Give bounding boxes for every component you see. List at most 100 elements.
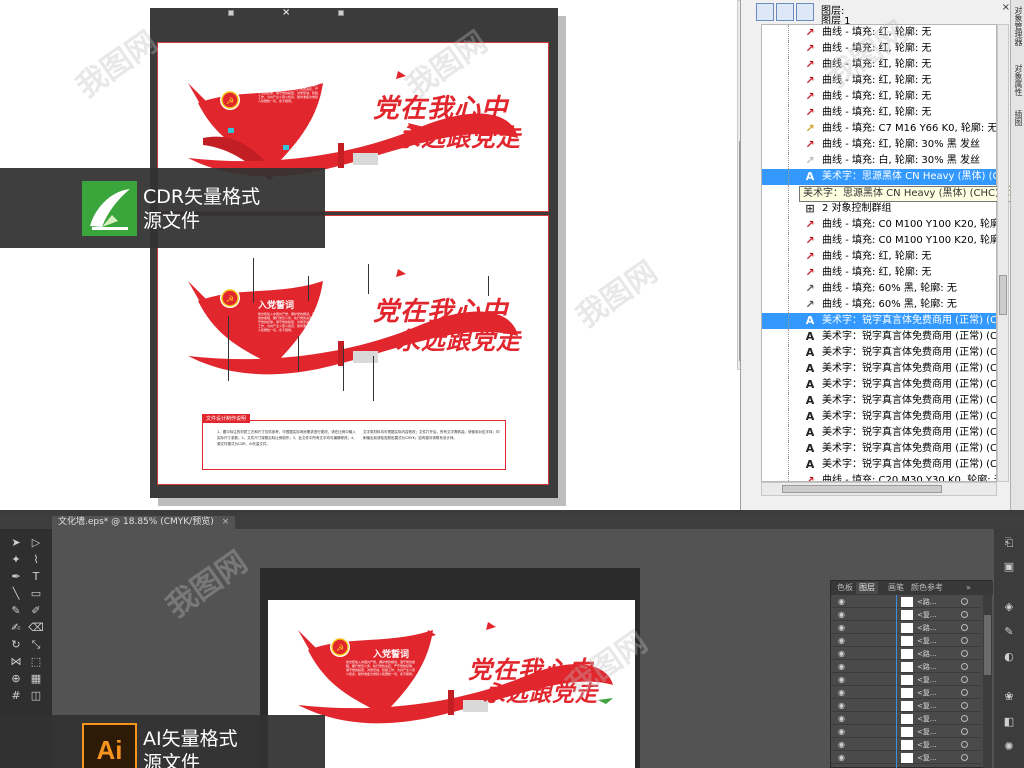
tab-swatches[interactable]: 色板 <box>837 582 853 594</box>
layer-row[interactable]: ◉ <路... <box>831 596 981 608</box>
layers-icon[interactable]: ◈ <box>1001 599 1017 615</box>
width-tool-icon[interactable]: ⋈ <box>8 654 24 670</box>
object-tree-row[interactable]: A 美术字：锐字真言体免费商用 (正常) (CHC) <box>762 409 996 425</box>
layer-row[interactable]: ◉ <路... <box>831 661 981 673</box>
tree-horizontal-scrollbar[interactable] <box>761 482 997 496</box>
document-tab[interactable]: 文化墙.eps* @ 18.85% (CMYK/预览) × <box>52 516 236 529</box>
visibility-eye-icon[interactable]: ◉ <box>838 702 845 710</box>
object-tree-row[interactable]: ↗ 曲线 - 填充: C0 M100 Y100 K20, 轮廓: 无 <box>762 217 996 233</box>
gradient-icon[interactable]: ◐ <box>1001 649 1017 665</box>
layer-row[interactable]: ◉ <复... <box>831 609 981 621</box>
object-tree-row[interactable]: A 美术字：锐字真言体免费商用 (正常) (CHC) <box>762 457 996 473</box>
object-tree-row[interactable]: ↗ 曲线 - 填充: 红, 轮廓: 无 <box>762 41 996 57</box>
blob-brush-icon[interactable]: ✍ <box>8 620 24 636</box>
visibility-eye-icon[interactable]: ◉ <box>838 676 845 684</box>
tab-close-icon[interactable]: × <box>222 517 230 527</box>
object-tree-row[interactable]: A 美术字：锐字真言体免费商用 (正常) (CHC) <box>762 329 996 345</box>
eraser-icon[interactable]: ⌫ <box>28 620 44 636</box>
layer-row[interactable]: ◉ <复... <box>831 687 981 699</box>
gradient-tool-icon[interactable]: ◫ <box>28 688 44 704</box>
visibility-eye-icon[interactable]: ◉ <box>838 715 845 723</box>
side-tab-object-manager[interactable]: 对象管理器 <box>1013 6 1024 46</box>
visibility-eye-icon[interactable]: ◉ <box>838 663 845 671</box>
show-properties-icon[interactable] <box>756 3 774 21</box>
object-tree-row[interactable]: A 美术字：锐字真言体免费商用 (正常) (CHC) <box>762 361 996 377</box>
scale-icon[interactable]: ⤡ <box>28 637 44 653</box>
close-icon[interactable]: × <box>1002 2 1010 13</box>
transform-icon[interactable]: ▣ <box>1001 559 1017 575</box>
scrollbar-thumb[interactable] <box>782 485 942 493</box>
object-tree-row[interactable]: ↗ 曲线 - 填充: 60% 黑, 轮廓: 无 <box>762 297 996 313</box>
layer-target-icon[interactable] <box>961 624 968 631</box>
object-tree-row[interactable]: ↗ 曲线 - 填充: C0 M100 Y100 K20, 轮廓: 无 <box>762 233 996 249</box>
object-tree-row[interactable]: A 美术字：锐字真言体免费商用 (正常) (CHC) <box>762 393 996 409</box>
free-transform-icon[interactable]: ⬚ <box>28 654 44 670</box>
perspective-icon[interactable]: ▦ <box>28 671 44 687</box>
object-tree-row[interactable]: ↗ 曲线 - 填充: 红, 轮廓: 无 <box>762 89 996 105</box>
object-tree-row[interactable]: A 美术字：锐字真言体免费商用 (正常) (CHC) <box>762 345 996 361</box>
layer-manager-view-icon[interactable] <box>796 3 814 21</box>
lasso-icon[interactable]: ⌇ <box>28 552 44 568</box>
object-tree-row[interactable]: ↗ 曲线 - 填充: 红, 轮廓: 无 <box>762 105 996 121</box>
layer-row[interactable]: ◉ <复... <box>831 635 981 647</box>
layer-target-icon[interactable] <box>961 754 968 761</box>
visibility-eye-icon[interactable]: ◉ <box>838 754 845 762</box>
rectangle-tool-icon[interactable]: ▭ <box>28 586 44 602</box>
direct-selection-tool-icon[interactable]: ▷ <box>28 535 44 551</box>
selection-tool-icon[interactable]: ➤ <box>8 535 24 551</box>
side-tab-illustration[interactable]: 插图 <box>1013 110 1024 126</box>
object-tree-row[interactable]: ↗ 曲线 - 填充: 红, 轮廓: 30% 黑 发丝 <box>762 137 996 153</box>
symbols-icon[interactable]: ✺ <box>1001 739 1017 755</box>
object-tree[interactable]: ↗ 曲线 - 填充: 红, 轮廓: 无 ↗ 曲线 - 填充: 红, 轮廓: 无 ↗ 曲线 … <box>761 24 997 482</box>
layer-row[interactable]: ◉ <复... <box>831 752 981 764</box>
layer-row[interactable]: ◉ <复... <box>831 739 981 751</box>
layer-target-icon[interactable] <box>961 637 968 644</box>
layer-target-icon[interactable] <box>961 611 968 618</box>
properties-icon[interactable]: ⎗ <box>1001 535 1017 551</box>
selection-handle[interactable] <box>228 10 234 16</box>
visibility-eye-icon[interactable]: ◉ <box>838 741 845 749</box>
object-tree-row[interactable]: ↗ 曲线 - 填充: 红, 轮廓: 无 <box>762 25 996 41</box>
scrollbar-thumb[interactable] <box>984 615 991 675</box>
selection-handle[interactable] <box>338 10 344 16</box>
appearance-icon[interactable]: ◧ <box>1001 714 1017 730</box>
visibility-eye-icon[interactable]: ◉ <box>838 598 845 606</box>
tab-brushes[interactable]: 画笔 <box>888 582 904 594</box>
layer-row[interactable]: ◉ <复... <box>831 700 981 712</box>
object-tree-row[interactable]: ↗ 曲线 - 填充: 白, 轮廓: 30% 黑 发丝 <box>762 153 996 169</box>
mesh-icon[interactable]: # <box>8 688 24 704</box>
object-tree-row[interactable]: A 美术字：锐字真言体免费商用 (正常) (CHC) <box>762 377 996 393</box>
object-tree-row[interactable]: ↗ 曲线 - 填充: C7 M16 Y66 K0, 轮廓: 无 <box>762 121 996 137</box>
scrollbar-thumb[interactable] <box>999 275 1007 315</box>
object-tree-row[interactable]: ↗ 曲线 - 填充: C20 M30 Y30 K0, 轮廓: 无 <box>762 473 996 481</box>
layer-target-icon[interactable] <box>961 741 968 748</box>
visibility-eye-icon[interactable]: ◉ <box>838 728 845 736</box>
layer-target-icon[interactable] <box>961 650 968 657</box>
layer-target-icon[interactable] <box>961 728 968 735</box>
object-tree-row[interactable]: ↗ 曲线 - 填充: 红, 轮廓: 无 <box>762 249 996 265</box>
type-tool-icon[interactable]: T <box>28 569 44 585</box>
layer-row[interactable]: ◉ <路... <box>831 648 981 660</box>
object-tree-row[interactable]: ↗ 曲线 - 填充: 红, 轮廓: 无 <box>762 73 996 89</box>
layer-target-icon[interactable] <box>961 676 968 683</box>
visibility-eye-icon[interactable]: ◉ <box>838 611 845 619</box>
object-tree-row[interactable]: A 美术字：锐字真言体免费商用 (正常) (CHC) <box>762 441 996 457</box>
layer-row[interactable]: ◉ <复... <box>831 674 981 686</box>
layer-row[interactable]: ◉ <复... <box>831 726 981 738</box>
layer-target-icon[interactable] <box>961 715 968 722</box>
pen-tool-icon[interactable]: ✒ <box>8 569 24 585</box>
layer-row[interactable]: ◉ <复... <box>831 713 981 725</box>
object-tree-row[interactable]: A 美术字：锐字真言体免费商用 (正常) (CHC) <box>762 313 996 329</box>
visibility-eye-icon[interactable]: ◉ <box>838 650 845 658</box>
layer-row[interactable]: ◉ <路... <box>831 622 981 634</box>
object-tree-row[interactable]: ↗ 曲线 - 填充: 红, 轮廓: 无 <box>762 57 996 73</box>
layer-target-icon[interactable] <box>961 689 968 696</box>
brush-icon[interactable]: ✎ <box>1001 624 1017 640</box>
shape-builder-icon[interactable]: ⊕ <box>8 671 24 687</box>
side-tab-object-properties[interactable]: 对象属性 <box>1013 64 1024 96</box>
object-tree-row[interactable]: ⊞ 2 对象控制群组 <box>762 201 996 217</box>
object-tree-row[interactable]: ↗ 曲线 - 填充: 红, 轮廓: 无 <box>762 265 996 281</box>
rotate-icon[interactable]: ↻ <box>8 637 24 653</box>
object-tree-row[interactable]: ↗ 曲线 - 填充: 60% 黑, 轮廓: 无 <box>762 281 996 297</box>
object-tree-row[interactable]: A 美术字：思源黑体 CN Heavy (黑体) (CHC) <box>762 169 996 185</box>
